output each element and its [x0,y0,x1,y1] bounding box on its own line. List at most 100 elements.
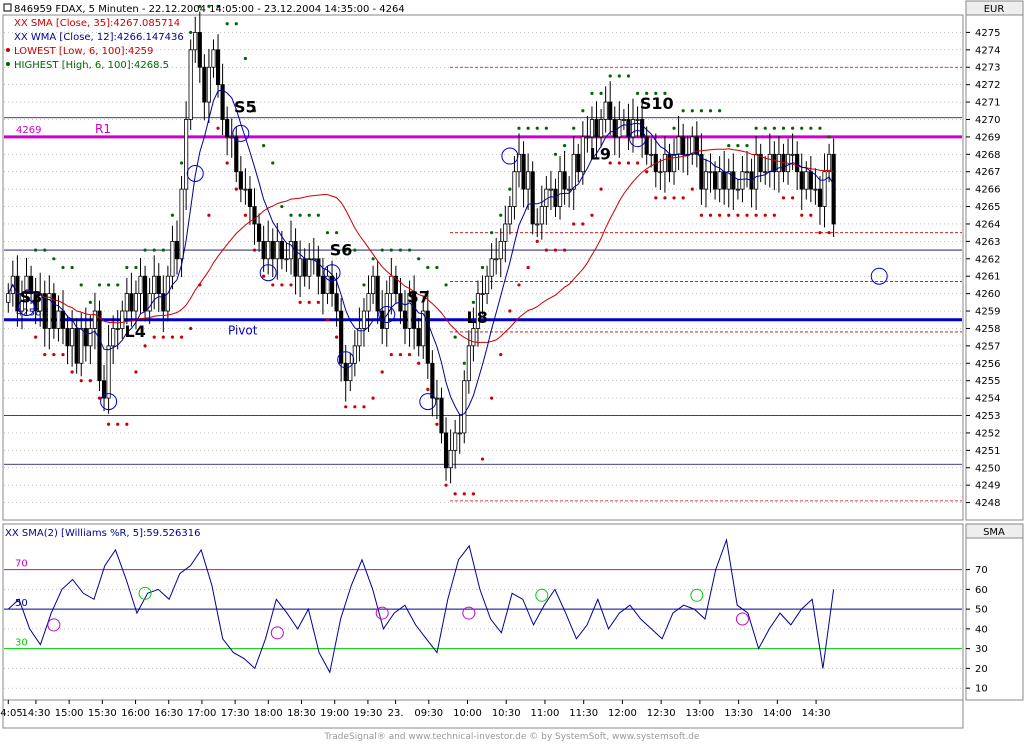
candle-body [142,275,148,312]
indicator-tick-label: 40 [975,624,988,635]
time-tick-label: 16:30 [154,708,183,719]
highest-dot [745,144,749,148]
highest-dot [97,283,102,287]
highest-dot [134,265,138,270]
candle-body [557,171,563,207]
dot-icon [6,62,10,66]
price-tick-label: 4270 [975,115,1000,126]
highest-dot [407,248,412,252]
highest-dot [781,126,786,130]
candle-body [120,310,125,329]
candle-body [817,188,823,207]
highest-dot [325,231,330,235]
dot-icon [6,48,10,52]
lowest-dot [207,213,211,217]
candle-body [822,171,827,207]
candle-body [530,171,535,225]
candle-body [735,188,740,191]
candle-body [129,293,134,312]
highest-dot [362,283,366,287]
candle-body [202,66,207,103]
indicator-level-label: 50 [15,598,28,609]
lowest-dot [225,161,229,165]
indicator-legend: XX SMA(2) [Williams %R, 5]:59.526316 [5,528,201,539]
lowest-dot [553,248,558,252]
candle-body [60,310,66,329]
footer-copyright: TradeSignal® and www.technical-investor.… [323,732,700,742]
candle-body [334,293,339,312]
lowest-dot [800,213,804,217]
candle-body [708,171,713,174]
highest-dot [52,257,56,261]
lowest-dot [526,265,530,270]
r1-label: R1 [95,122,111,136]
highest-dot [152,248,156,252]
candle-body [370,275,376,295]
candle-body [808,171,813,190]
price-tick-label: 4272 [975,80,1000,91]
lowest-dot [462,492,466,496]
lowest-dot [508,309,512,313]
highest-dot [371,257,375,261]
candle-body [243,188,248,191]
price-tick-label: 4253 [975,411,1000,422]
legend-entry: XX WMA [Close, 12]:4266.147436 [14,32,184,43]
lowest-dot [335,335,339,339]
lowest-dot [818,231,822,235]
price-tick-label: 4264 [975,219,1000,230]
candle-body [320,275,325,295]
time-tick-label: 14:05 [0,708,23,719]
candle-body [79,328,84,364]
lowest-dot [435,422,439,426]
candle-body [535,223,540,226]
candle-body [339,310,344,364]
lowest-dot [298,300,302,304]
price-tick-label: 4265 [975,202,1000,213]
highest-dot [262,144,266,148]
candle-body [152,275,157,295]
highest-dot [389,248,393,252]
candle-body [138,275,143,295]
highest-dot [307,213,311,217]
candle-body [827,153,832,173]
highest-dot [572,126,576,130]
candle-body [649,153,654,156]
time-tick-label: 16:00 [121,708,150,719]
candle-body [92,310,97,329]
lowest-dot [681,196,685,200]
highest-dot [763,126,767,130]
candle-body [293,240,298,277]
lowest-dot [517,283,521,287]
highest-dot [107,283,111,287]
lowest-dot [809,213,813,217]
lowest-dot [772,213,776,217]
legend-entry: LOWEST [Low, 6, 100]:4259 [14,46,153,57]
lowest-dot [663,196,667,200]
highest-dot [499,213,503,217]
highest-dot [398,248,403,252]
lowest-dot [417,361,421,365]
candle-body [512,171,517,207]
lowest-dot [544,248,548,252]
candle-body [576,153,581,173]
candle-body [585,136,590,139]
candle-body [124,293,129,312]
highest-dot [179,161,184,165]
highest-dot [298,213,302,217]
lowest-dot [161,335,165,339]
candle-body [106,345,111,399]
highest-dot [791,126,795,130]
candle-body [416,328,421,347]
highest-dot [736,144,740,148]
highest-dot [563,144,567,148]
time-tick-label: 18:30 [287,708,316,719]
lowest-dot [189,326,193,331]
lowest-dot [280,283,284,287]
highest-dot [353,248,357,252]
candle-body [229,136,234,139]
highest-dot [453,335,457,339]
candle-body [56,310,61,329]
highest-dot [490,231,494,235]
lowest-dot [754,213,758,217]
time-tick-label: 14:30 [802,708,831,719]
